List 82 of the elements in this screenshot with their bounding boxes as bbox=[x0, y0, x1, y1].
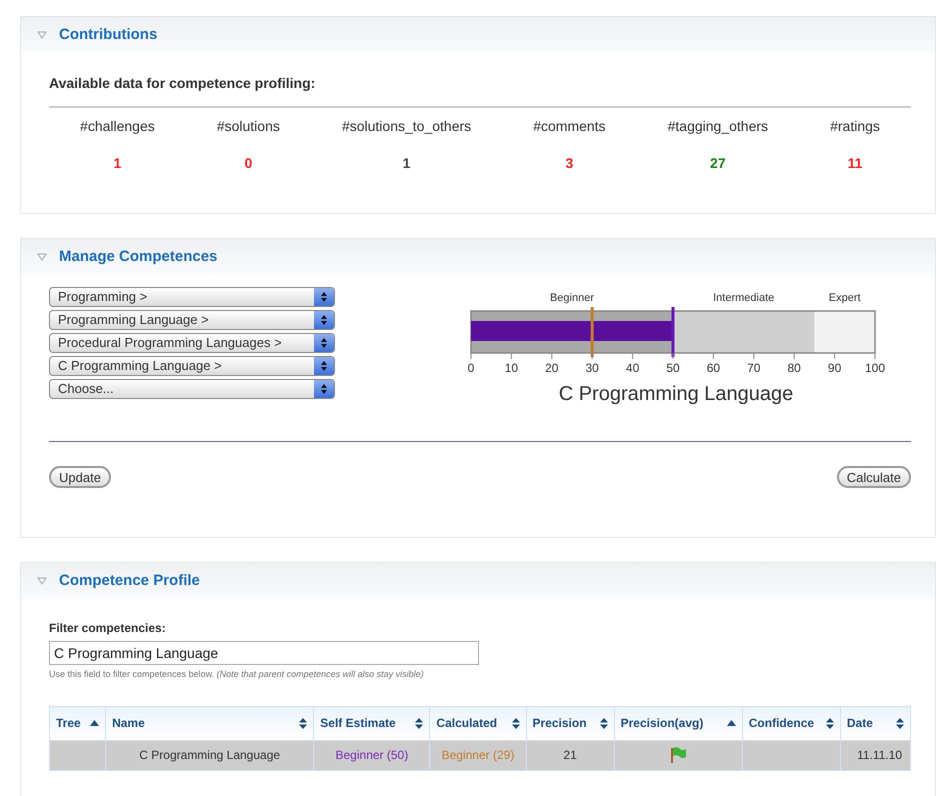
range-label: Intermediate bbox=[713, 292, 774, 304]
tick-label: 90 bbox=[828, 360, 842, 377]
self-estimate-marker bbox=[672, 307, 674, 357]
filter-hint: Use this field to filter competences below. (Note that parent competences will also stay visible) bbox=[49, 668, 425, 681]
stat-label: #tagging_others bbox=[668, 117, 768, 136]
axis-tick bbox=[874, 352, 876, 360]
tick-label: 60 bbox=[706, 360, 720, 377]
section-subtitle: Available data for competence profiling: bbox=[49, 73, 911, 108]
tick-label: 20 bbox=[545, 360, 558, 377]
axis-tick bbox=[632, 352, 634, 360]
category-select[interactable]: Procedural Programming Languages > bbox=[49, 333, 335, 353]
stat-value: 3 bbox=[565, 154, 574, 173]
table-cell: 11.11.10 bbox=[840, 740, 910, 770]
stat-value: 0 bbox=[244, 154, 252, 173]
axis-tick bbox=[834, 352, 836, 360]
table-cell: 21 bbox=[526, 740, 614, 770]
stepper-icon bbox=[314, 380, 334, 398]
column-header[interactable]: Name bbox=[106, 706, 314, 740]
axis-tick bbox=[712, 352, 714, 360]
calculate-button[interactable]: Calculate bbox=[836, 466, 911, 488]
category-select[interactable]: Choose... bbox=[49, 379, 335, 399]
filter-label: Filter competencies: bbox=[49, 620, 167, 637]
tick-label: 0 bbox=[468, 360, 474, 377]
tick-label: 80 bbox=[788, 360, 801, 377]
stat-label: #challenges bbox=[80, 117, 155, 136]
axis-tick bbox=[470, 352, 472, 360]
sort-ascending-icon[interactable] bbox=[90, 720, 100, 726]
stepper-icon bbox=[314, 357, 334, 375]
tick-label: 70 bbox=[747, 360, 760, 377]
stat-value: 27 bbox=[710, 154, 726, 173]
table-cell: C Programming Language bbox=[106, 740, 314, 770]
sort-ascending-icon[interactable] bbox=[726, 720, 736, 726]
axis-tick bbox=[510, 352, 512, 360]
stat-label: #solutions bbox=[216, 117, 280, 136]
tick-label: 50 bbox=[666, 360, 680, 377]
stepper-icon bbox=[314, 288, 334, 306]
collapse-toggle-icon[interactable] bbox=[37, 253, 47, 261]
column-header[interactable]: Confidence bbox=[742, 706, 840, 740]
stepper-icon bbox=[314, 334, 334, 352]
update-button[interactable]: Update bbox=[49, 466, 111, 488]
stat-value: 1 bbox=[402, 154, 410, 173]
axis-tick bbox=[672, 352, 674, 360]
collapse-toggle-icon[interactable] bbox=[37, 577, 47, 585]
column-header[interactable]: Calculated bbox=[430, 706, 526, 740]
axis-tick bbox=[753, 352, 754, 360]
sort-icon[interactable] bbox=[512, 718, 520, 728]
table-cell: Beginner (50) bbox=[314, 740, 430, 770]
collapse-toggle-icon[interactable] bbox=[37, 31, 47, 39]
axis-tick bbox=[794, 352, 795, 360]
tick-label: 40 bbox=[626, 360, 640, 377]
stat-value: 11 bbox=[848, 154, 862, 173]
sort-icon[interactable] bbox=[415, 718, 424, 728]
filter-field[interactable]: C Programming Language bbox=[49, 641, 479, 665]
sort-icon[interactable] bbox=[600, 718, 608, 728]
table-cell: Beginner (29) bbox=[430, 740, 526, 770]
stat-label: #comments bbox=[533, 117, 606, 136]
range-label: Expert bbox=[828, 292, 861, 304]
stat-value: 1 bbox=[114, 154, 122, 173]
tick-label: 100 bbox=[864, 360, 886, 377]
axis-tick bbox=[551, 352, 552, 360]
stat-label: #solutions_to_others bbox=[342, 117, 472, 136]
section-title: Contributions bbox=[59, 24, 158, 45]
category-select[interactable]: Programming Language > bbox=[49, 310, 335, 330]
category-select[interactable]: Programming > bbox=[49, 287, 335, 307]
column-header[interactable]: Tree bbox=[50, 706, 106, 740]
gauge-title: C Programming Language bbox=[558, 382, 794, 407]
tick-label: 30 bbox=[586, 360, 599, 377]
column-header[interactable]: Self Estimate bbox=[314, 706, 430, 740]
section-title: Competence Profile bbox=[59, 570, 200, 591]
sort-icon[interactable] bbox=[896, 718, 904, 728]
column-header[interactable]: Date bbox=[840, 706, 910, 740]
range-label: Beginner bbox=[550, 292, 594, 304]
sort-icon[interactable] bbox=[299, 718, 308, 728]
stepper-icon bbox=[314, 311, 334, 329]
stat-label: #ratings bbox=[830, 117, 880, 136]
sort-icon[interactable] bbox=[826, 718, 834, 728]
axis-tick bbox=[592, 352, 593, 360]
column-header[interactable]: Precision(avg) bbox=[614, 706, 742, 740]
category-select[interactable]: C Programming Language > bbox=[49, 356, 335, 376]
tick-label: 10 bbox=[504, 360, 518, 377]
column-header[interactable]: Precision bbox=[526, 706, 614, 740]
section-title: Manage Competences bbox=[59, 246, 218, 267]
